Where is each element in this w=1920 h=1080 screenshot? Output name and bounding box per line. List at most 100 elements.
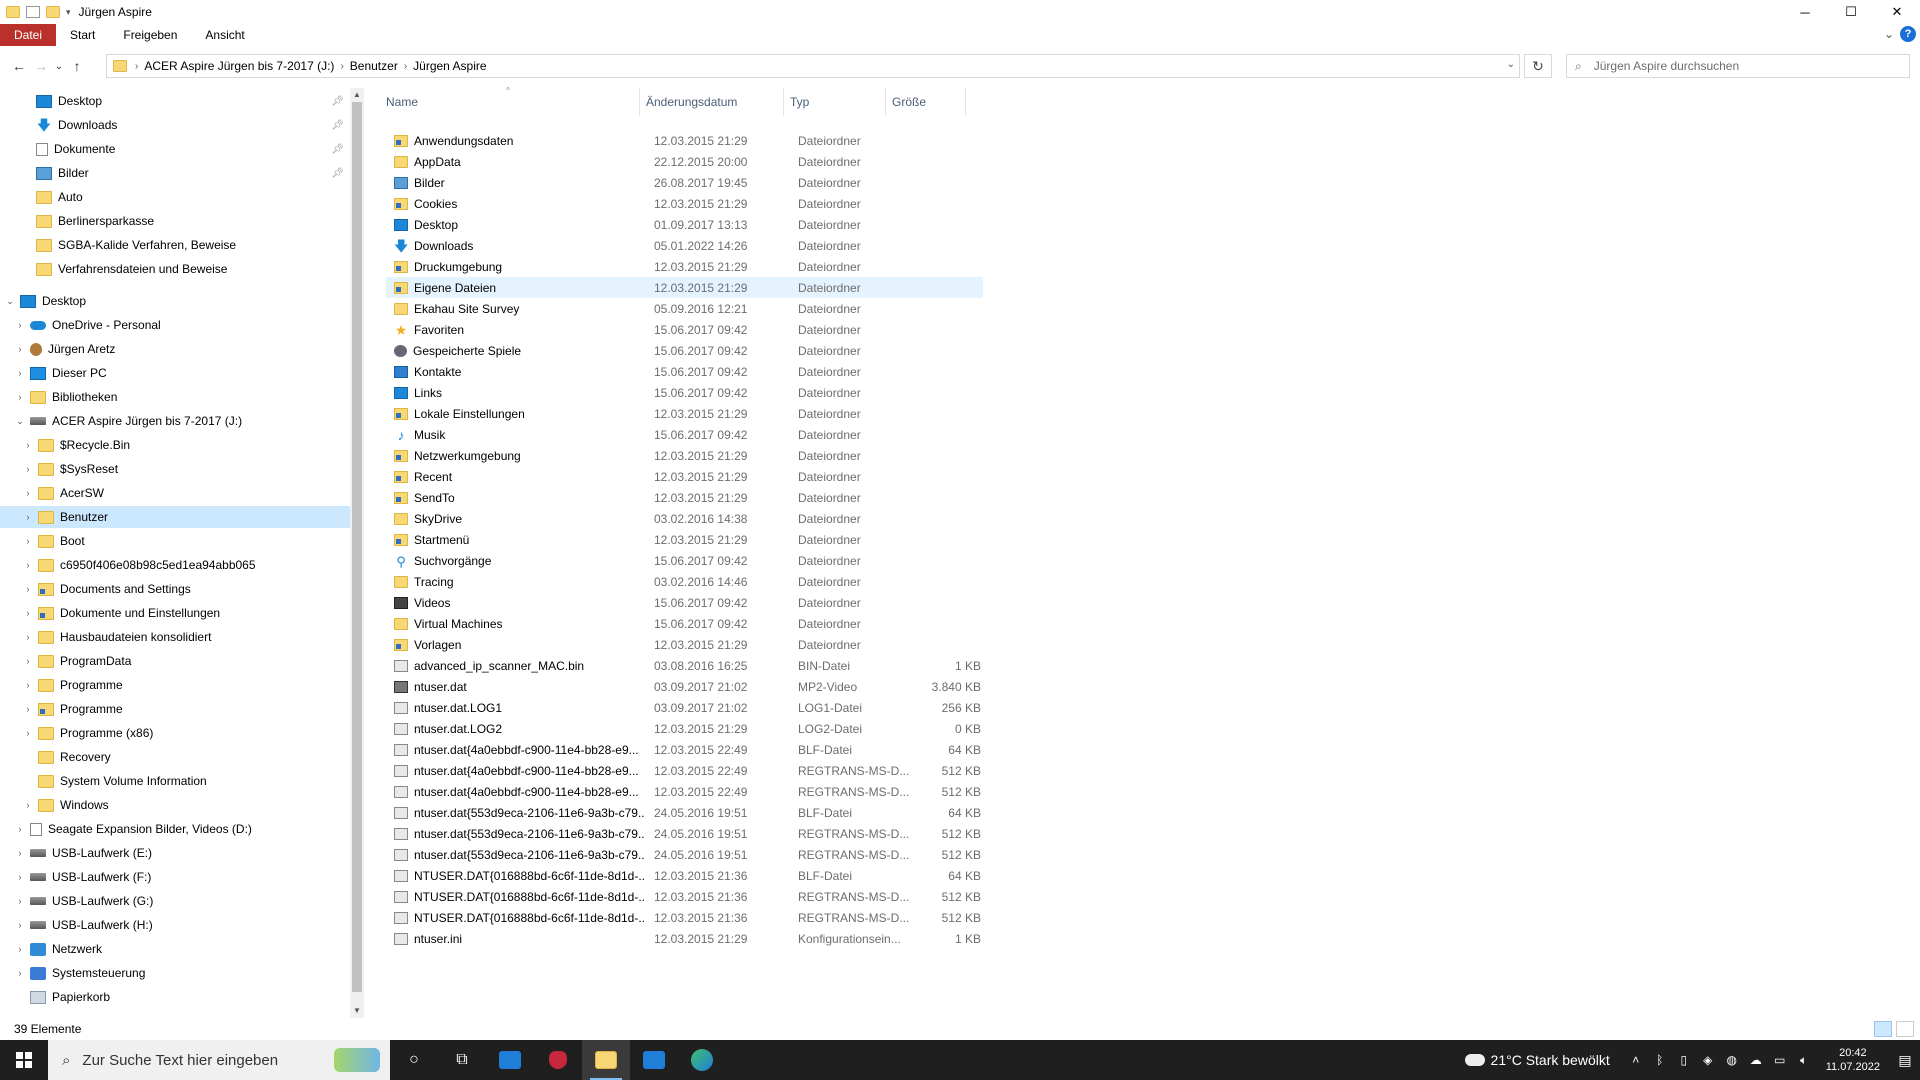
chevron-right-icon[interactable]: › (22, 440, 34, 450)
file-row[interactable]: ntuser.dat 03.09.2017 21:02 MP2-Video 3.840… (386, 676, 1436, 697)
column-date[interactable]: Änderungsdatum (640, 88, 784, 116)
tree-item[interactable]: Recovery (0, 746, 350, 768)
chevron-right-icon[interactable]: › (22, 584, 34, 594)
chevron-right-icon[interactable]: › (14, 920, 26, 930)
file-row[interactable]: Vorlagen 12.03.2015 21:29 Dateiordner (386, 634, 1436, 655)
file-row[interactable]: NTUSER.DAT{016888bd-6c6f-11de-8d1d-... 12… (386, 886, 1436, 907)
file-row[interactable]: ★ Favoriten 15.06.2017 09:42 Dateiordner (386, 319, 1436, 340)
chevron-right-icon[interactable]: › (22, 800, 34, 810)
file-row[interactable]: ntuser.dat{553d9eca-2106-11e6-9a3b-c79..… (386, 844, 1436, 865)
new-folder-icon[interactable] (46, 6, 60, 18)
scroll-thumb[interactable] (352, 102, 362, 992)
tree-item[interactable]: › USB-Laufwerk (F:) (0, 866, 350, 888)
file-row[interactable]: advanced_ip_scanner_MAC.bin 03.08.2016 16… (386, 655, 1436, 676)
volume-icon[interactable]: 🔈︎ (1794, 1053, 1814, 1068)
file-row[interactable]: Druckumgebung 12.03.2015 21:29 Dateiordner (386, 256, 1436, 277)
chevron-down-icon[interactable]: ⌄ (4, 296, 16, 307)
file-row[interactable]: 🡇 Downloads 05.01.2022 14:26 Dateiordner (386, 235, 1436, 256)
tree-item[interactable]: ⌄ ACER Aspire Jürgen bis 7-2017 (J:) (0, 410, 350, 432)
mail-app[interactable] (630, 1040, 678, 1080)
tree-item[interactable]: › Netzwerk (0, 938, 350, 960)
file-row[interactable]: ⚲ Suchvorgänge 15.06.2017 09:42 Dateiordner (386, 550, 1436, 571)
tab-file[interactable]: Datei (0, 24, 57, 46)
chevron-right-icon[interactable]: › (22, 488, 34, 498)
file-row[interactable]: Netzwerkumgebung 12.03.2015 21:29 Dateiord… (386, 445, 1436, 466)
forward-button[interactable]: → (30, 54, 52, 78)
pin-icon[interactable]: 📌︎ (331, 120, 344, 131)
file-row[interactable]: SendTo 12.03.2015 21:29 Dateiordner (386, 487, 1436, 508)
tree-item[interactable]: › Boot (0, 530, 350, 552)
chevron-right-icon[interactable]: › (14, 848, 26, 858)
file-row[interactable]: Desktop 01.09.2017 13:13 Dateiordner (386, 214, 1436, 235)
tab-share[interactable]: Freigeben (109, 24, 191, 46)
search-input[interactable]: Jürgen Aspire durchsuchen (1594, 59, 1739, 73)
nav-scrollbar[interactable]: ▲ ▼ (350, 88, 364, 1018)
file-row[interactable]: Bilder 26.08.2017 19:45 Dateiordner (386, 172, 1436, 193)
task-view-button[interactable]: ⧉ (438, 1040, 486, 1080)
security-app[interactable] (534, 1040, 582, 1080)
tree-item[interactable]: Papierkorb (0, 986, 350, 1008)
file-row[interactable]: ntuser.dat{4a0ebbdf-c900-11e4-bb28-e9...… (386, 781, 1436, 802)
file-row[interactable]: ntuser.dat.LOG1 03.09.2017 21:02 LOG1-Date… (386, 697, 1436, 718)
breadcrumb-drive[interactable]: ACER Aspire Jürgen bis 7-2017 (J:) (144, 59, 334, 73)
tree-item[interactable]: Dokumente 📌︎ (0, 138, 350, 160)
chevron-down-icon[interactable]: ⌄ (14, 416, 26, 427)
file-row[interactable]: Eigene Dateien 12.03.2015 21:29 Dateiordne… (386, 277, 983, 298)
tree-item[interactable]: › Documents and Settings (0, 578, 350, 600)
tree-item[interactable]: Bilder 📌︎ (0, 162, 350, 184)
file-row[interactable]: ntuser.ini 12.03.2015 21:29 Konfigurations… (386, 928, 1436, 949)
taskbar-search-input[interactable]: Zur Suche Text hier eingeben (82, 1052, 278, 1069)
show-hidden-icons-icon[interactable]: ˄ (1626, 1053, 1646, 1067)
back-button[interactable]: ← (8, 54, 30, 78)
column-name[interactable]: Name ^ (380, 86, 640, 116)
file-row[interactable]: ntuser.dat{553d9eca-2106-11e6-9a3b-c79..… (386, 823, 1436, 844)
chevron-right-icon[interactable]: › (22, 512, 34, 522)
onedrive-tray-icon[interactable]: ☁ (1746, 1053, 1766, 1067)
tree-item-desktop-root[interactable]: ⌄ Desktop (0, 290, 350, 312)
address-dropdown-icon[interactable]: ⌄ (1507, 59, 1515, 70)
file-row[interactable]: NTUSER.DAT{016888bd-6c6f-11de-8d1d-... 12… (386, 865, 1436, 886)
tree-item[interactable]: › Bibliotheken (0, 386, 350, 408)
address-bar[interactable]: › ACER Aspire Jürgen bis 7-2017 (J:) › B… (106, 54, 1520, 78)
edge-app[interactable] (678, 1040, 726, 1080)
tree-item[interactable]: › Dokumente und Einstellungen (0, 602, 350, 624)
file-row[interactable]: AppData 22.12.2015 20:00 Dateiordner (386, 151, 1436, 172)
tree-item[interactable]: System Volume Information (0, 770, 350, 792)
column-type[interactable]: Typ (784, 88, 886, 116)
scroll-down-icon[interactable]: ▼ (350, 1004, 364, 1018)
tree-item[interactable]: › Hausbaudateien konsolidiert (0, 626, 350, 648)
file-row[interactable]: NTUSER.DAT{016888bd-6c6f-11de-8d1d-... 12… (386, 907, 1436, 928)
file-row[interactable]: Lokale Einstellungen 12.03.2015 21:29 Date… (386, 403, 1436, 424)
tree-item[interactable]: › USB-Laufwerk (G:) (0, 890, 350, 912)
tree-item[interactable]: › Programme (0, 674, 350, 696)
pin-icon[interactable]: 📌︎ (331, 144, 344, 155)
start-button[interactable] (0, 1040, 48, 1080)
file-row[interactable]: Kontakte 15.06.2017 09:42 Dateiordner (386, 361, 1436, 382)
tree-item[interactable]: Desktop 📌︎ (0, 90, 350, 112)
properties-icon[interactable] (26, 6, 40, 18)
tree-item[interactable]: › AcerSW (0, 482, 350, 504)
tree-item[interactable]: › Jürgen Aretz (0, 338, 350, 360)
minimize-button[interactable]: ─ (1782, 0, 1828, 24)
file-row[interactable]: Startmenü 12.03.2015 21:29 Dateiordner (386, 529, 1436, 550)
customize-toolbar-icon[interactable]: ▾ (66, 7, 71, 18)
file-row[interactable]: Ekahau Site Survey 05.09.2016 12:21 Dateio… (386, 298, 1436, 319)
up-button[interactable]: ↑ (66, 54, 88, 78)
chevron-right-icon[interactable]: › (14, 344, 26, 354)
tree-item[interactable]: › $Recycle.Bin (0, 434, 350, 456)
file-row[interactable]: Anwendungsdaten 12.03.2015 21:29 Dateiordn… (386, 130, 1436, 151)
chevron-right-icon[interactable]: › (14, 968, 26, 978)
app-tray-icon[interactable]: ◍ (1722, 1053, 1742, 1067)
pin-icon[interactable]: 📌︎ (331, 96, 344, 107)
file-row[interactable]: Gespeicherte Spiele 15.06.2017 09:42 Datei… (386, 340, 1436, 361)
file-row[interactable]: ntuser.dat{4a0ebbdf-c900-11e4-bb28-e9...… (386, 760, 1436, 781)
chevron-right-icon[interactable]: › (22, 608, 34, 618)
file-row[interactable]: ntuser.dat.LOG2 12.03.2015 21:29 LOG2-Date… (386, 718, 1436, 739)
taskbar-search[interactable]: ⌕ Zur Suche Text hier eingeben (48, 1040, 390, 1080)
clock[interactable]: 20:42 11.07.2022 (1826, 1046, 1880, 1074)
large-icons-view-button[interactable] (1896, 1021, 1914, 1037)
column-size[interactable]: Größe (886, 88, 966, 116)
tree-item[interactable]: › OneDrive - Personal (0, 314, 350, 336)
file-row[interactable]: ntuser.dat{4a0ebbdf-c900-11e4-bb28-e9...… (386, 739, 1436, 760)
tree-item[interactable]: › Seagate Expansion Bilder, Videos (D:) (0, 818, 350, 840)
